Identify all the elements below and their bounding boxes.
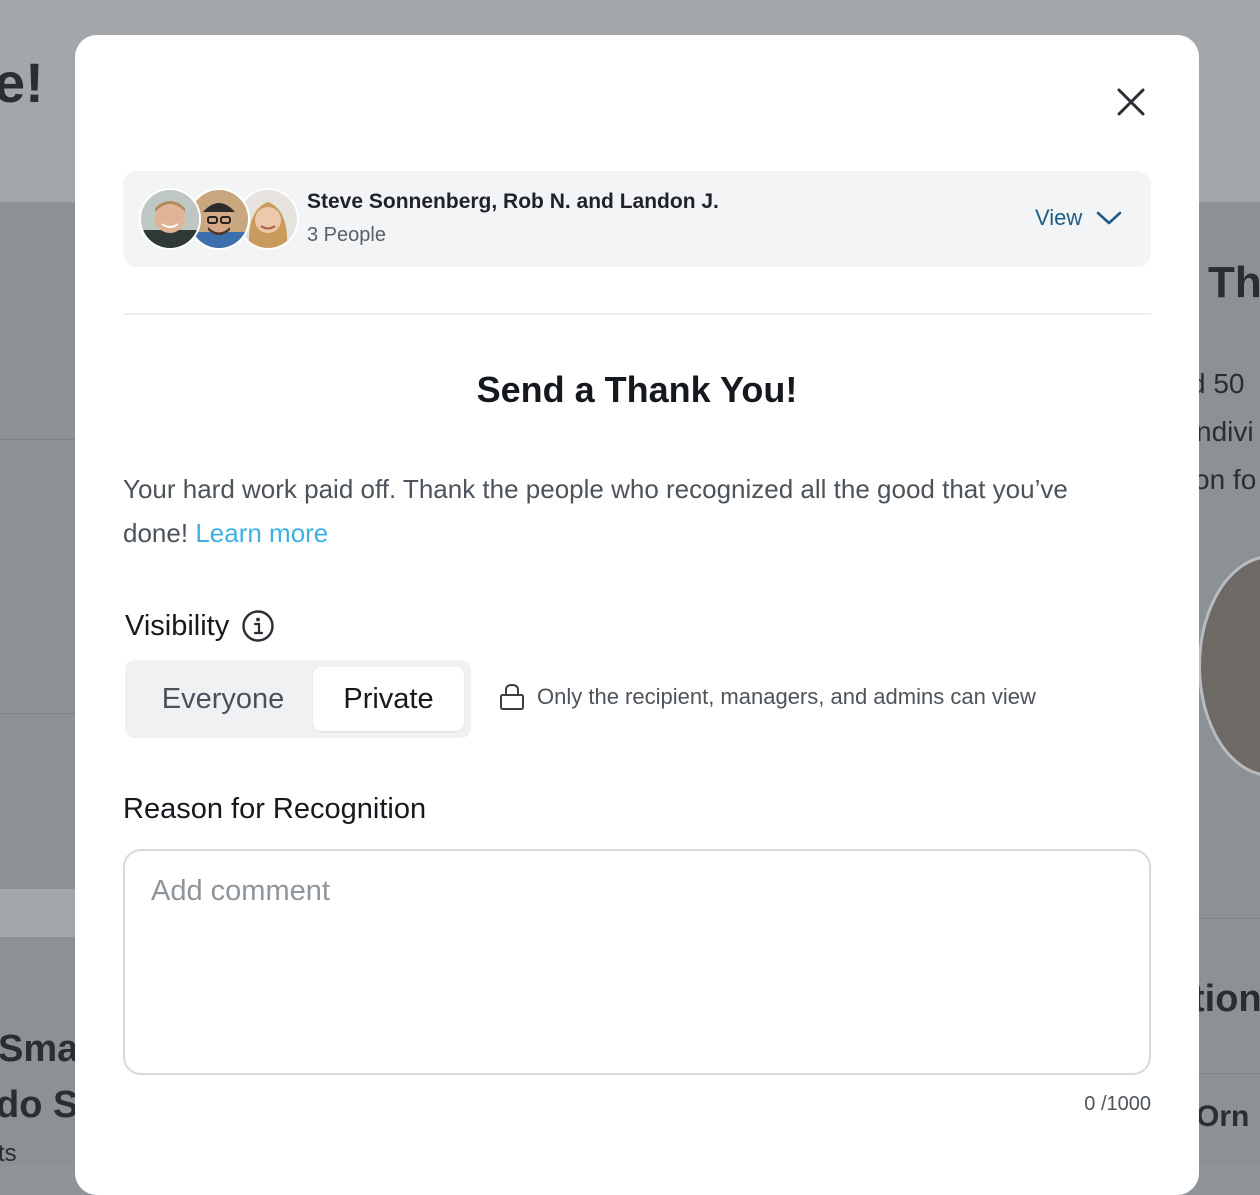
- background-text: ndivi: [1196, 416, 1254, 447]
- view-label: View: [1035, 205, 1083, 230]
- background-divider: [0, 713, 75, 714]
- view-recipients-toggle[interactable]: View: [1035, 205, 1122, 231]
- avatar-group: [139, 188, 299, 250]
- background-text: ts: [0, 1140, 17, 1166]
- modal-description: Your hard work paid off. Thank the peopl…: [123, 467, 1123, 555]
- background-left-column: [0, 202, 75, 1166]
- close-icon: [1117, 88, 1145, 116]
- visibility-label-row: Visibility: [125, 609, 275, 643]
- recipients-card: Steve Sonnenberg, Rob N. and Landon J. 3…: [123, 171, 1151, 267]
- info-icon[interactable]: [241, 609, 275, 643]
- reason-label: Reason for Recognition: [123, 793, 427, 825]
- avatar: [139, 188, 201, 250]
- comment-box: [123, 849, 1151, 1075]
- visibility-label: Visibility: [125, 609, 230, 642]
- visibility-option-everyone[interactable]: Everyone: [133, 667, 313, 731]
- modal-title: Send a Thank You!: [476, 369, 798, 410]
- background-text: Orn: [1196, 1100, 1250, 1133]
- background-divider: [0, 439, 75, 440]
- background-text: on fo: [1194, 464, 1257, 495]
- comment-input[interactable]: [149, 873, 1113, 1047]
- background-divider: [1199, 1073, 1260, 1074]
- background-text: Th: [1208, 258, 1260, 307]
- section-divider: [123, 313, 1151, 315]
- visibility-option-private[interactable]: Private: [313, 667, 464, 731]
- visibility-toggle: Everyone Private: [125, 660, 471, 738]
- close-button[interactable]: [1111, 82, 1151, 122]
- learn-more-link[interactable]: Learn more: [195, 518, 328, 548]
- background-text: do S: [0, 1084, 79, 1126]
- chevron-down-icon: [1096, 211, 1122, 225]
- lock-icon: [500, 683, 524, 710]
- background-text: Sma: [0, 1028, 79, 1070]
- background-text: e!: [0, 51, 44, 114]
- char-counter: 0 /1000: [1084, 1093, 1151, 1115]
- background-band: [0, 889, 75, 937]
- visibility-note: Only the recipient, managers, and admins…: [499, 683, 1036, 711]
- thank-you-modal: Steve Sonnenberg, Rob N. and Landon J. 3…: [75, 35, 1199, 1195]
- background-divider: [1199, 918, 1260, 919]
- background-text: tion: [1192, 978, 1260, 1020]
- visibility-note-text: Only the recipient, managers, and admins…: [537, 684, 1036, 709]
- recipient-names: Steve Sonnenberg, Rob N. and Landon J.: [307, 190, 719, 213]
- recipient-count: 3 People: [307, 224, 386, 246]
